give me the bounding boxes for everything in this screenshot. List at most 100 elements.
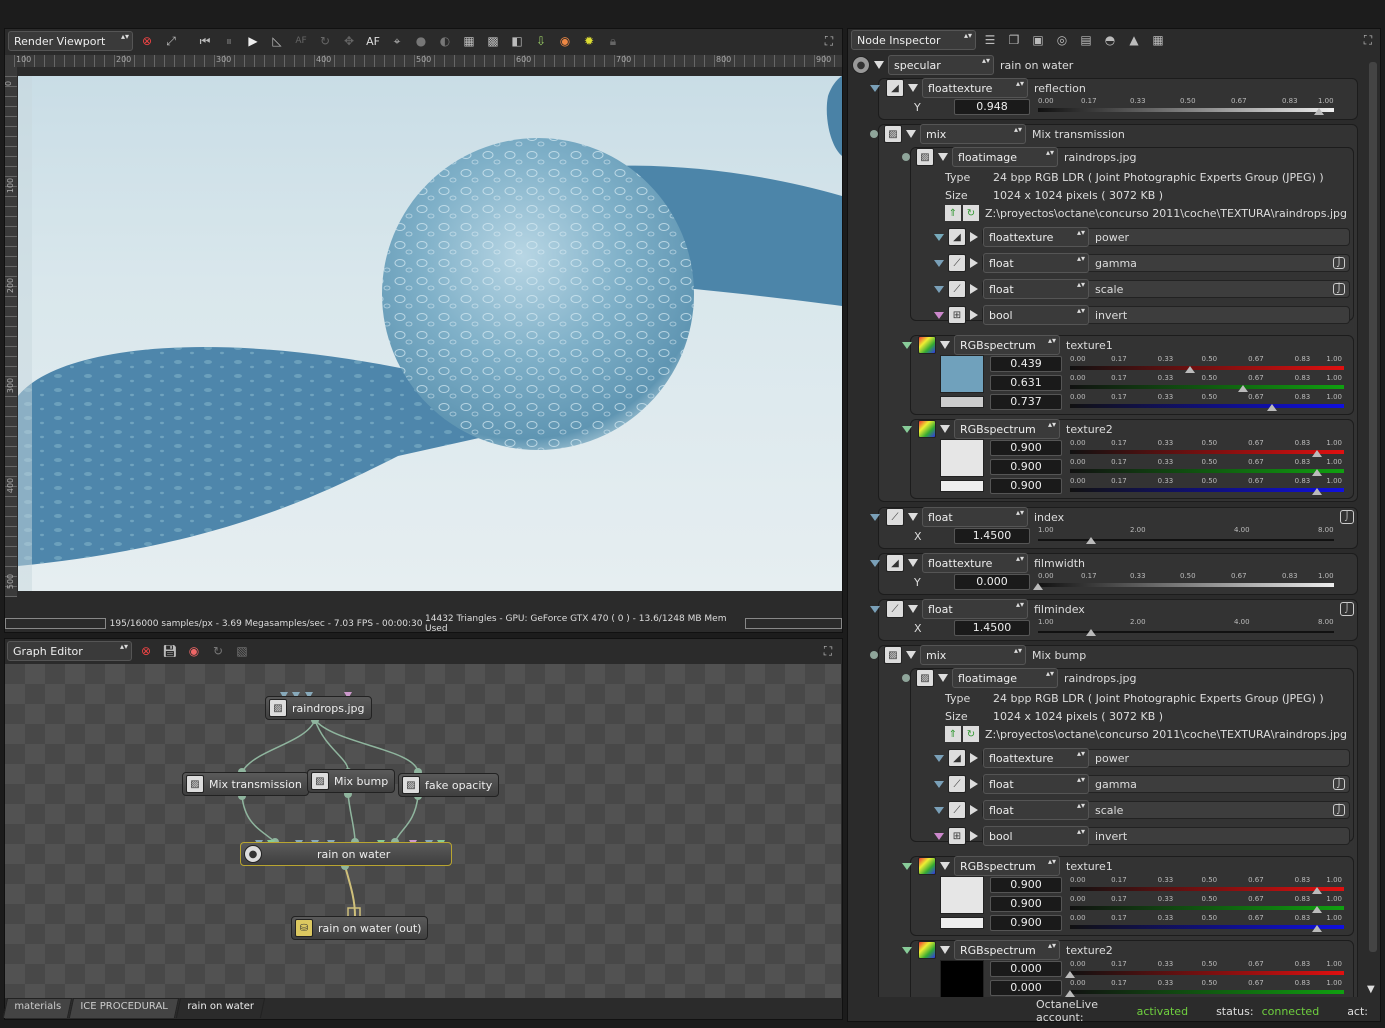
collapse-icon[interactable] <box>940 862 950 870</box>
slider-thumb[interactable] <box>1086 537 1097 544</box>
slider-thumb[interactable] <box>1086 629 1097 636</box>
filmindex-value-input[interactable]: 1.4500 <box>954 620 1030 636</box>
reflection-slider[interactable]: 0.00 0.17 0.33 0.50 0.67 0.83 1.00 <box>1038 97 1334 115</box>
color-swatch[interactable] <box>940 876 984 914</box>
color-swatch[interactable] <box>940 960 984 997</box>
collapse-icon[interactable] <box>908 605 918 613</box>
graph-node-fake-opacity[interactable]: ▨ fake opacity <box>398 773 500 797</box>
save-icon[interactable]: 💾︎ <box>160 641 180 661</box>
red-slider[interactable]: 0.00 0.17 0.33 0.50 0.67 0.83 1.00 <box>1070 355 1344 373</box>
pick-focus-icon[interactable]: ⌖ <box>387 31 407 51</box>
lock-pan-icon[interactable]: ✥ <box>339 31 359 51</box>
fullscreen-icon[interactable]: ⛶ <box>1358 30 1378 50</box>
blue-value-input[interactable]: 0.737 <box>990 394 1062 410</box>
scale-type-dropdown[interactable]: float <box>983 800 1089 820</box>
scale-type-dropdown[interactable]: float <box>983 279 1089 299</box>
curve-icon[interactable]: ⌡ <box>1333 778 1345 790</box>
slider-thumb[interactable] <box>1311 906 1322 913</box>
slider-thumb[interactable] <box>1033 583 1043 590</box>
inspector-scrollbar[interactable]: ▼ <box>1367 52 1379 997</box>
expand-icon[interactable] <box>970 805 978 815</box>
curve-icon[interactable]: ⌡ <box>1340 602 1354 616</box>
red-value-input[interactable]: 0.439 <box>990 356 1062 372</box>
rewind-icon[interactable]: ⏮ <box>195 31 215 51</box>
scroll-down-icon[interactable]: ▼ <box>1367 984 1375 995</box>
tab-rain-on-water[interactable]: rain on water <box>175 998 265 1018</box>
lock-rotate-icon[interactable]: ↻ <box>315 31 335 51</box>
load-image-icon[interactable]: ⇑ <box>945 205 961 221</box>
gamma-type-dropdown[interactable]: float <box>983 774 1089 794</box>
expand-icon[interactable] <box>970 284 978 294</box>
environment-icon[interactable]: ◓ <box>1100 30 1120 50</box>
sphere-dark-icon[interactable]: ◐ <box>435 31 455 51</box>
reload-icon[interactable]: ↻ <box>963 726 979 742</box>
texture2-type-dropdown[interactable]: RGBspectrum <box>954 419 1060 439</box>
slider-thumb[interactable] <box>1311 887 1322 894</box>
collapse-icon[interactable] <box>906 651 916 659</box>
mix-type-dropdown[interactable]: mix <box>920 124 1026 144</box>
index-slider[interactable]: 1.00 2.00 4.00 8.00 <box>1038 526 1334 544</box>
red-value-input[interactable]: 0.000 <box>990 961 1062 977</box>
copy-icon[interactable]: ❐ <box>1004 30 1024 50</box>
node-inspector-dropdown[interactable]: Node Inspector <box>851 30 976 50</box>
expand-icon[interactable] <box>970 310 978 320</box>
green-slider[interactable]: 0.00 0.17 0.33 0.50 0.67 0.83 1.00 <box>1070 895 1344 913</box>
slider-thumb[interactable] <box>1311 925 1322 932</box>
scrollbar-thumb[interactable] <box>1369 62 1377 952</box>
texture1-type-dropdown[interactable]: RGBspectrum <box>954 856 1060 876</box>
red-slider[interactable]: 0.00 0.17 0.33 0.50 0.67 0.83 1.00 <box>1070 439 1344 457</box>
curve-icon[interactable]: ⌡ <box>1333 257 1345 269</box>
blue-value-input[interactable]: 0.900 <box>990 915 1062 931</box>
filmindex-slider[interactable]: 1.00 2.00 4.00 8.00 <box>1038 618 1334 636</box>
green-value-input[interactable]: 0.000 <box>990 980 1062 996</box>
collapse-icon[interactable] <box>906 130 916 138</box>
slider-thumb[interactable] <box>1065 990 1075 997</box>
play-icon[interactable]: ▶ <box>243 31 263 51</box>
mix-type-dropdown[interactable]: mix <box>920 645 1026 665</box>
render-image[interactable] <box>18 76 842 591</box>
stop-render-icon[interactable]: ⊗ <box>137 31 157 51</box>
slider-thumb[interactable] <box>1313 108 1324 115</box>
invert-type-dropdown[interactable]: bool <box>983 305 1089 325</box>
green-slider[interactable]: 0.00 0.17 0.33 0.50 0.67 0.83 1.00 <box>1070 458 1344 476</box>
index-type-dropdown[interactable]: float <box>922 507 1028 527</box>
expand-icon[interactable] <box>970 232 978 242</box>
blue-slider[interactable]: 0.00 0.17 0.33 0.50 0.67 0.83 1.00 <box>1070 393 1344 411</box>
slider-thumb[interactable] <box>1065 971 1075 978</box>
slider-thumb[interactable] <box>1311 469 1322 476</box>
texture1-type-dropdown[interactable]: RGBspectrum <box>954 335 1060 355</box>
picker-icon[interactable]: ◉ <box>555 31 575 51</box>
expand-icon[interactable] <box>970 831 978 841</box>
slider-thumb[interactable] <box>1266 404 1277 411</box>
checker-icon[interactable]: ▩ <box>483 31 503 51</box>
graph-node-raindrops[interactable]: ▨ raindrops.jpg <box>265 696 372 720</box>
export-icon[interactable]: ⇩ <box>531 31 551 51</box>
graph-node-rain-on-water[interactable]: ● rain on water <box>240 842 452 866</box>
slider-thumb[interactable] <box>1311 488 1322 495</box>
texture2-type-dropdown[interactable]: RGBspectrum <box>954 940 1060 960</box>
slider-thumb[interactable] <box>1311 450 1322 457</box>
gamma-type-dropdown[interactable]: float <box>983 253 1089 273</box>
power-type-dropdown[interactable]: floattexture <box>983 227 1089 247</box>
collapse-icon[interactable] <box>908 513 918 521</box>
filmindex-type-dropdown[interactable]: float <box>922 599 1028 619</box>
expand-icon[interactable] <box>970 258 978 268</box>
render-settings-icon[interactable]: ▦ <box>1148 30 1168 50</box>
reflection-type-dropdown[interactable]: floattexture <box>922 78 1028 98</box>
collapse-icon[interactable] <box>938 674 948 682</box>
mountain-icon[interactable]: ▲ <box>1124 30 1144 50</box>
reload-icon[interactable]: ↻ <box>963 205 979 221</box>
curve-icon[interactable]: ⌡ <box>1333 804 1345 816</box>
power-type-dropdown[interactable]: floattexture <box>983 748 1089 768</box>
graph-node-mix-transmission[interactable]: ▨ Mix transmission <box>182 772 309 796</box>
green-value-input[interactable]: 0.631 <box>990 375 1062 391</box>
graph-editor-dropdown[interactable]: Graph Editor <box>7 641 132 661</box>
filmwidth-value-input[interactable]: 0.000 <box>954 574 1030 590</box>
collapse-icon[interactable] <box>938 153 948 161</box>
image-icon[interactable]: ▣ <box>1028 30 1048 50</box>
color-swatch[interactable] <box>940 439 984 477</box>
reflection-value-input[interactable]: 0.948 <box>954 99 1030 115</box>
pause-icon[interactable]: ⏸ <box>219 31 239 51</box>
root-type-dropdown[interactable]: specular <box>888 55 994 75</box>
filmwidth-slider[interactable]: 0.00 0.17 0.33 0.50 0.67 0.83 1.00 <box>1033 572 1334 590</box>
